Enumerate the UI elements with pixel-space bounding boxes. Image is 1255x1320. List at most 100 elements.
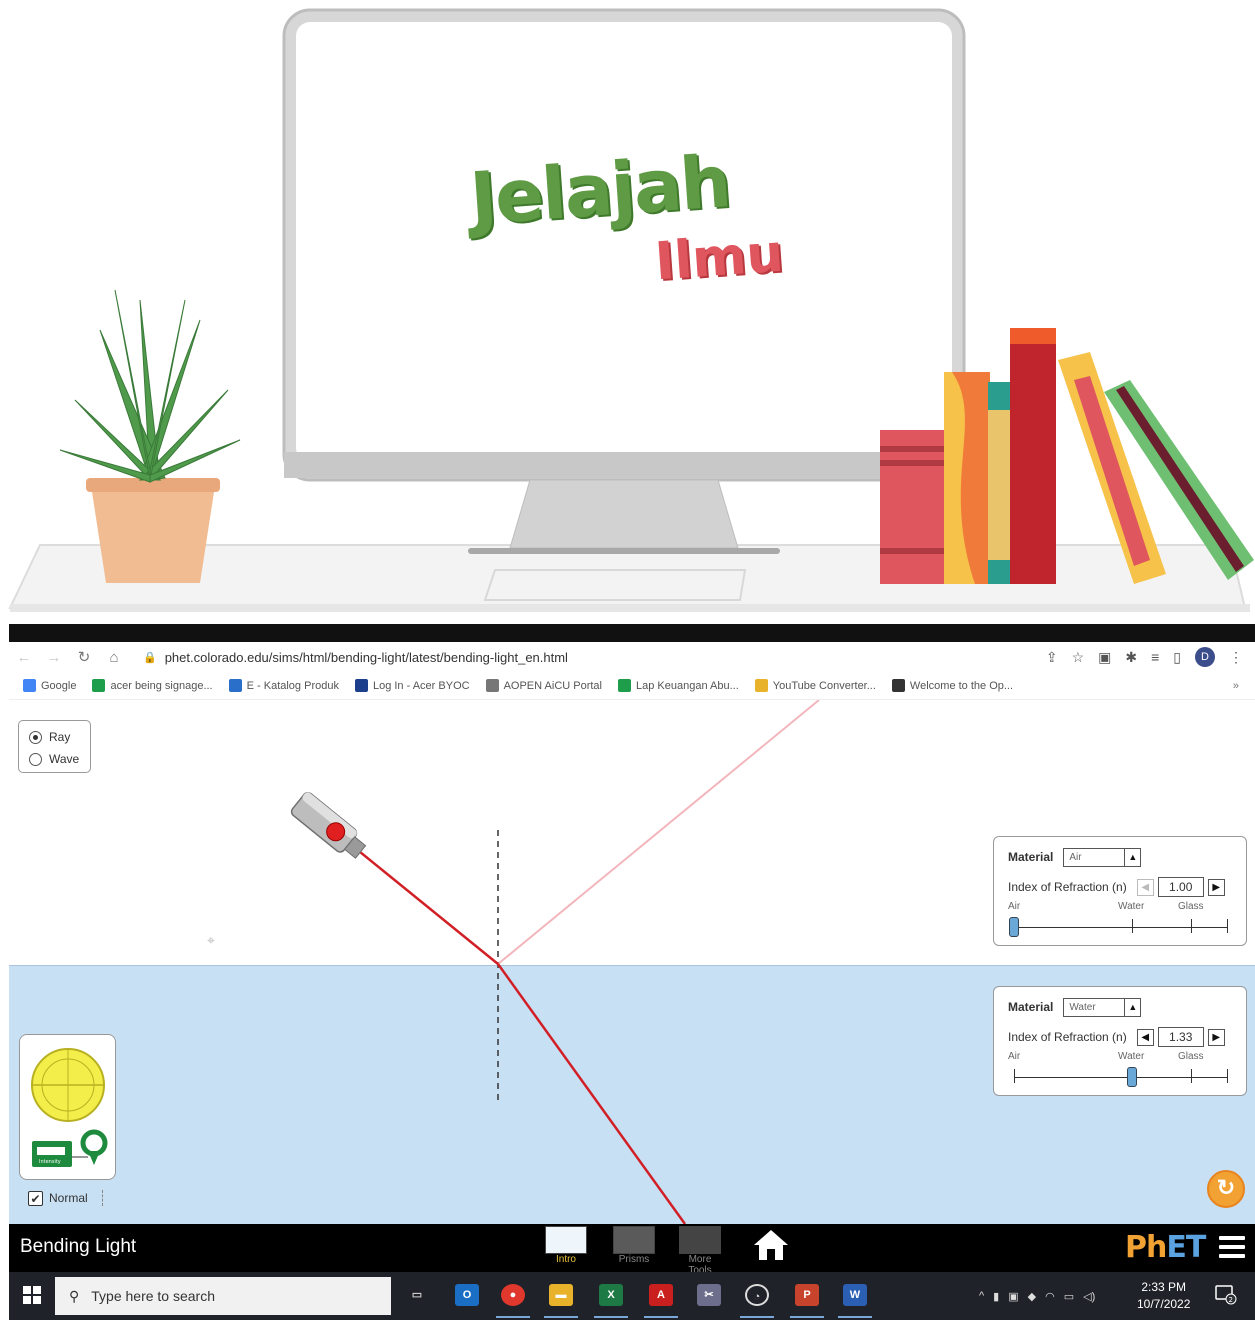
bookmarks-overflow-icon[interactable]: » bbox=[1233, 680, 1239, 692]
google-icon bbox=[23, 679, 36, 692]
bookmark-item[interactable]: Log In - Acer BYOC bbox=[354, 679, 470, 692]
top-material-select[interactable]: Air ▲ bbox=[1063, 847, 1142, 867]
top-index-slider[interactable] bbox=[1008, 917, 1232, 937]
normal-toggle[interactable]: ✔ Normal bbox=[28, 1190, 103, 1206]
powerpoint-icon[interactable]: P bbox=[795, 1284, 819, 1306]
reload-icon[interactable]: ↻ bbox=[69, 648, 99, 666]
home-icon[interactable]: ⌂ bbox=[99, 649, 129, 666]
wave-radio[interactable] bbox=[29, 752, 42, 766]
bookmark-item[interactable]: Welcome to the Op... bbox=[891, 679, 1013, 692]
tab-intro-label: Intro bbox=[555, 1254, 576, 1265]
slider-label-water: Water bbox=[1118, 1051, 1145, 1062]
search-icon: ⚲ bbox=[69, 1287, 80, 1304]
ray-option[interactable]: Ray bbox=[29, 726, 90, 748]
bookmark-item[interactable]: YouTube Converter... bbox=[754, 679, 876, 692]
windows-start-icon[interactable] bbox=[23, 1286, 41, 1304]
op-icon bbox=[891, 679, 905, 692]
wave-option[interactable]: Wave bbox=[29, 748, 90, 770]
ie-icon bbox=[228, 679, 242, 692]
refracted-ray bbox=[496, 963, 687, 1224]
tab-more-tools[interactable]: More Tools bbox=[677, 1226, 723, 1276]
bending-light-sim: ⌖ Ray Wave Material Air ▲ Index of Refra… bbox=[9, 700, 1255, 1224]
bookmark-item[interactable]: E - Katalog Produk bbox=[228, 679, 339, 692]
youtube-converter-icon bbox=[754, 679, 768, 692]
bottom-index-value[interactable]: 1.33 bbox=[1157, 1027, 1204, 1047]
reset-all-button[interactable]: ↻ bbox=[1207, 1170, 1245, 1208]
increment-index-button[interactable]: ▶ bbox=[1207, 878, 1225, 896]
wifi-icon[interactable]: ◠ bbox=[1045, 1290, 1055, 1303]
menu-dots-icon[interactable]: ⋮ bbox=[1229, 649, 1243, 666]
ray-radio[interactable] bbox=[29, 730, 42, 744]
increment-index-button[interactable]: ▶ bbox=[1207, 1028, 1225, 1046]
back-icon[interactable]: ← bbox=[9, 649, 39, 666]
usb-icon[interactable]: ▮ bbox=[993, 1290, 999, 1303]
wave-label: Wave bbox=[49, 752, 80, 766]
system-clock[interactable]: 2:33 PM 10/7/2022 bbox=[1137, 1279, 1190, 1313]
task-view-icon[interactable]: ▭ bbox=[405, 1284, 429, 1306]
acrobat-icon[interactable]: A bbox=[649, 1284, 673, 1306]
profile-avatar[interactable]: D bbox=[1195, 647, 1215, 667]
address-bar: ← → ↻ ⌂ 🔒 phet.colorado.edu/sims/html/be… bbox=[9, 642, 1255, 672]
normal-checkbox[interactable]: ✔ bbox=[28, 1190, 43, 1206]
bookmark-star-icon[interactable]: ☆ bbox=[1072, 649, 1085, 666]
security-icon[interactable]: ◆ bbox=[1028, 1290, 1036, 1303]
phet-menu-icon[interactable] bbox=[1219, 1236, 1245, 1263]
slider-label-air: Air bbox=[1008, 901, 1021, 912]
word-icon[interactable]: W bbox=[843, 1284, 867, 1306]
speedtest-icon[interactable]: ◔ bbox=[745, 1284, 769, 1306]
bottom-slider-thumb[interactable] bbox=[1127, 1067, 1137, 1087]
clock-time: 2:33 PM bbox=[1141, 1280, 1187, 1294]
bookmark-item[interactable]: Lap Keuangan Abu... bbox=[618, 679, 739, 692]
top-slider-thumb[interactable] bbox=[1009, 917, 1019, 937]
bottom-material-value: Water bbox=[1069, 1001, 1096, 1013]
app-tray-icon[interactable]: ▣ bbox=[1008, 1290, 1018, 1303]
intro-thumbnail bbox=[545, 1226, 587, 1254]
aopen-icon bbox=[485, 679, 499, 692]
protractor-icon bbox=[31, 1048, 105, 1122]
chrome-icon[interactable]: ● bbox=[501, 1284, 525, 1306]
outlook-icon[interactable]: O bbox=[455, 1284, 479, 1306]
plus-green-icon bbox=[618, 679, 631, 692]
chevron-up-icon[interactable]: ^ bbox=[979, 1290, 984, 1302]
notification-icon[interactable]: 2 bbox=[1215, 1285, 1237, 1305]
forward-icon[interactable]: → bbox=[39, 649, 69, 666]
bottom-material-select[interactable]: Water ▲ bbox=[1063, 997, 1142, 1017]
share-icon[interactable]: ⇪ bbox=[1046, 649, 1058, 666]
excel-icon[interactable]: X bbox=[599, 1284, 623, 1306]
snip-icon[interactable]: ✂ bbox=[697, 1284, 721, 1306]
desk-scene bbox=[8, 8, 1254, 612]
battery-icon[interactable]: ▭ bbox=[1064, 1290, 1074, 1303]
bookmark-label: Log In - Acer BYOC bbox=[372, 679, 470, 692]
tab-intro[interactable]: Intro bbox=[543, 1226, 589, 1265]
extension-icon[interactable]: ▣ bbox=[1098, 649, 1111, 666]
url-field[interactable]: 🔒 phet.colorado.edu/sims/html/bending-li… bbox=[143, 650, 568, 665]
puzzle-icon[interactable]: ✱ bbox=[1125, 649, 1137, 666]
file-explorer-icon[interactable]: ▬ bbox=[549, 1284, 573, 1306]
url-text: phet.colorado.edu/sims/html/bending-ligh… bbox=[164, 649, 568, 665]
normal-line-sample bbox=[101, 1190, 103, 1206]
phet-logo-text: PhET bbox=[1125, 1230, 1206, 1265]
volume-icon[interactable]: ◁) bbox=[1083, 1290, 1095, 1303]
search-placeholder: Type here to search bbox=[91, 1288, 216, 1304]
reading-list-icon[interactable]: ≡ bbox=[1151, 649, 1159, 665]
index-label: Index of Refraction (n) bbox=[1008, 1030, 1127, 1044]
bottom-index-slider[interactable] bbox=[1008, 1067, 1232, 1087]
taskbar-search[interactable]: ⚲ Type here to search bbox=[55, 1277, 391, 1315]
tool-box: Intensity bbox=[19, 1034, 116, 1180]
bookmark-label: YouTube Converter... bbox=[772, 679, 876, 692]
bookmark-label: E - Katalog Produk bbox=[246, 679, 339, 692]
bookmark-label: AOPEN AiCU Portal bbox=[503, 679, 602, 692]
home-icon[interactable] bbox=[752, 1228, 790, 1262]
tab-prisms[interactable]: Prisms bbox=[611, 1226, 657, 1265]
bookmark-item[interactable]: acer being signage... bbox=[92, 679, 213, 692]
bookmark-item[interactable]: Google bbox=[23, 679, 76, 692]
top-index-value[interactable]: 1.00 bbox=[1157, 877, 1204, 897]
decrement-index-button[interactable]: ◀ bbox=[1136, 1028, 1154, 1046]
side-panel-icon[interactable]: ▯ bbox=[1173, 649, 1181, 666]
bookmark-item[interactable]: AOPEN AiCU Portal bbox=[485, 679, 602, 692]
intensity-meter-icon: Intensity bbox=[32, 1129, 108, 1167]
slider-labels: Air Water Glass bbox=[1008, 1051, 1232, 1063]
phet-logo[interactable]: PhET bbox=[1125, 1230, 1206, 1265]
windows-taskbar: ⚲ Type here to search ▭ O ● ▬ X A ✂ ◔ P … bbox=[9, 1272, 1255, 1320]
decrement-index-button[interactable]: ◀ bbox=[1136, 878, 1154, 896]
